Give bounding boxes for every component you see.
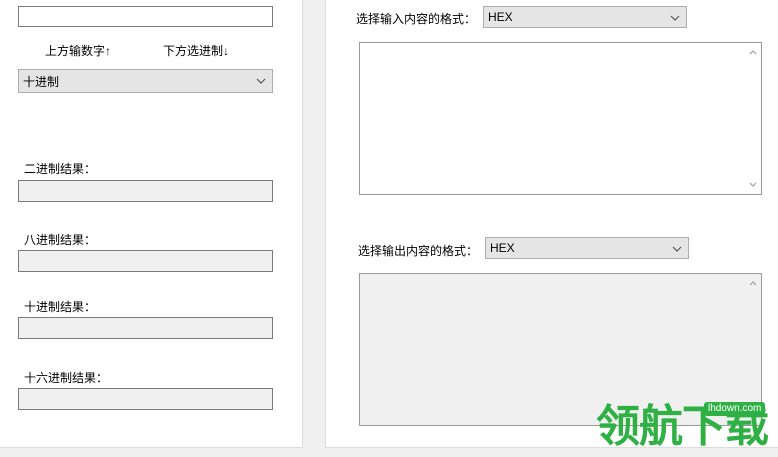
input-format-select-value: HEX xyxy=(488,10,513,24)
output-format-select[interactable]: HEX xyxy=(485,237,689,259)
output-format-label: 选择输出内容的格式： xyxy=(358,244,479,258)
octal-result-label: 八进制结果： xyxy=(24,233,97,247)
number-input[interactable] xyxy=(18,6,273,27)
binary-result-field[interactable] xyxy=(18,180,273,202)
input-scrollbar[interactable] xyxy=(745,43,761,194)
watermark-url: lhdown.com xyxy=(704,402,766,416)
chevron-down-icon xyxy=(670,15,680,21)
left-panel: 上方输数字↑ 下方选进制↓ 十进制 二进制结果： 八进制结果： 十进制结果： 十… xyxy=(0,0,303,448)
chevron-down-icon xyxy=(672,246,682,252)
hex-result-label: 十六进制结果： xyxy=(24,371,109,385)
base-select-value: 十进制 xyxy=(23,75,60,89)
octal-result-field[interactable] xyxy=(18,250,273,272)
scroll-down-icon[interactable] xyxy=(748,180,758,190)
decimal-result-label: 十进制结果： xyxy=(24,300,97,314)
right-panel: 选择输入内容的格式： HEX 选择输出内容的格式： HEX xyxy=(325,0,778,448)
scroll-up-icon[interactable] xyxy=(748,47,758,57)
chevron-down-icon xyxy=(256,78,266,84)
output-format-select-value: HEX xyxy=(490,241,515,255)
input-textarea[interactable] xyxy=(359,42,762,195)
hex-result-field[interactable] xyxy=(18,388,273,410)
binary-result-label: 二进制结果： xyxy=(24,162,97,176)
watermark-logo: 领航下载 lhdown.com xyxy=(590,398,778,457)
down-hint-label: 下方选进制↓ xyxy=(163,44,230,58)
base-select[interactable]: 十进制 xyxy=(18,69,273,93)
up-hint-label: 上方输数字↑ xyxy=(45,44,112,58)
decimal-result-field[interactable] xyxy=(18,317,273,339)
input-format-label: 选择输入内容的格式： xyxy=(356,12,477,26)
input-format-select[interactable]: HEX xyxy=(483,6,687,28)
scroll-up-icon[interactable] xyxy=(748,278,758,288)
